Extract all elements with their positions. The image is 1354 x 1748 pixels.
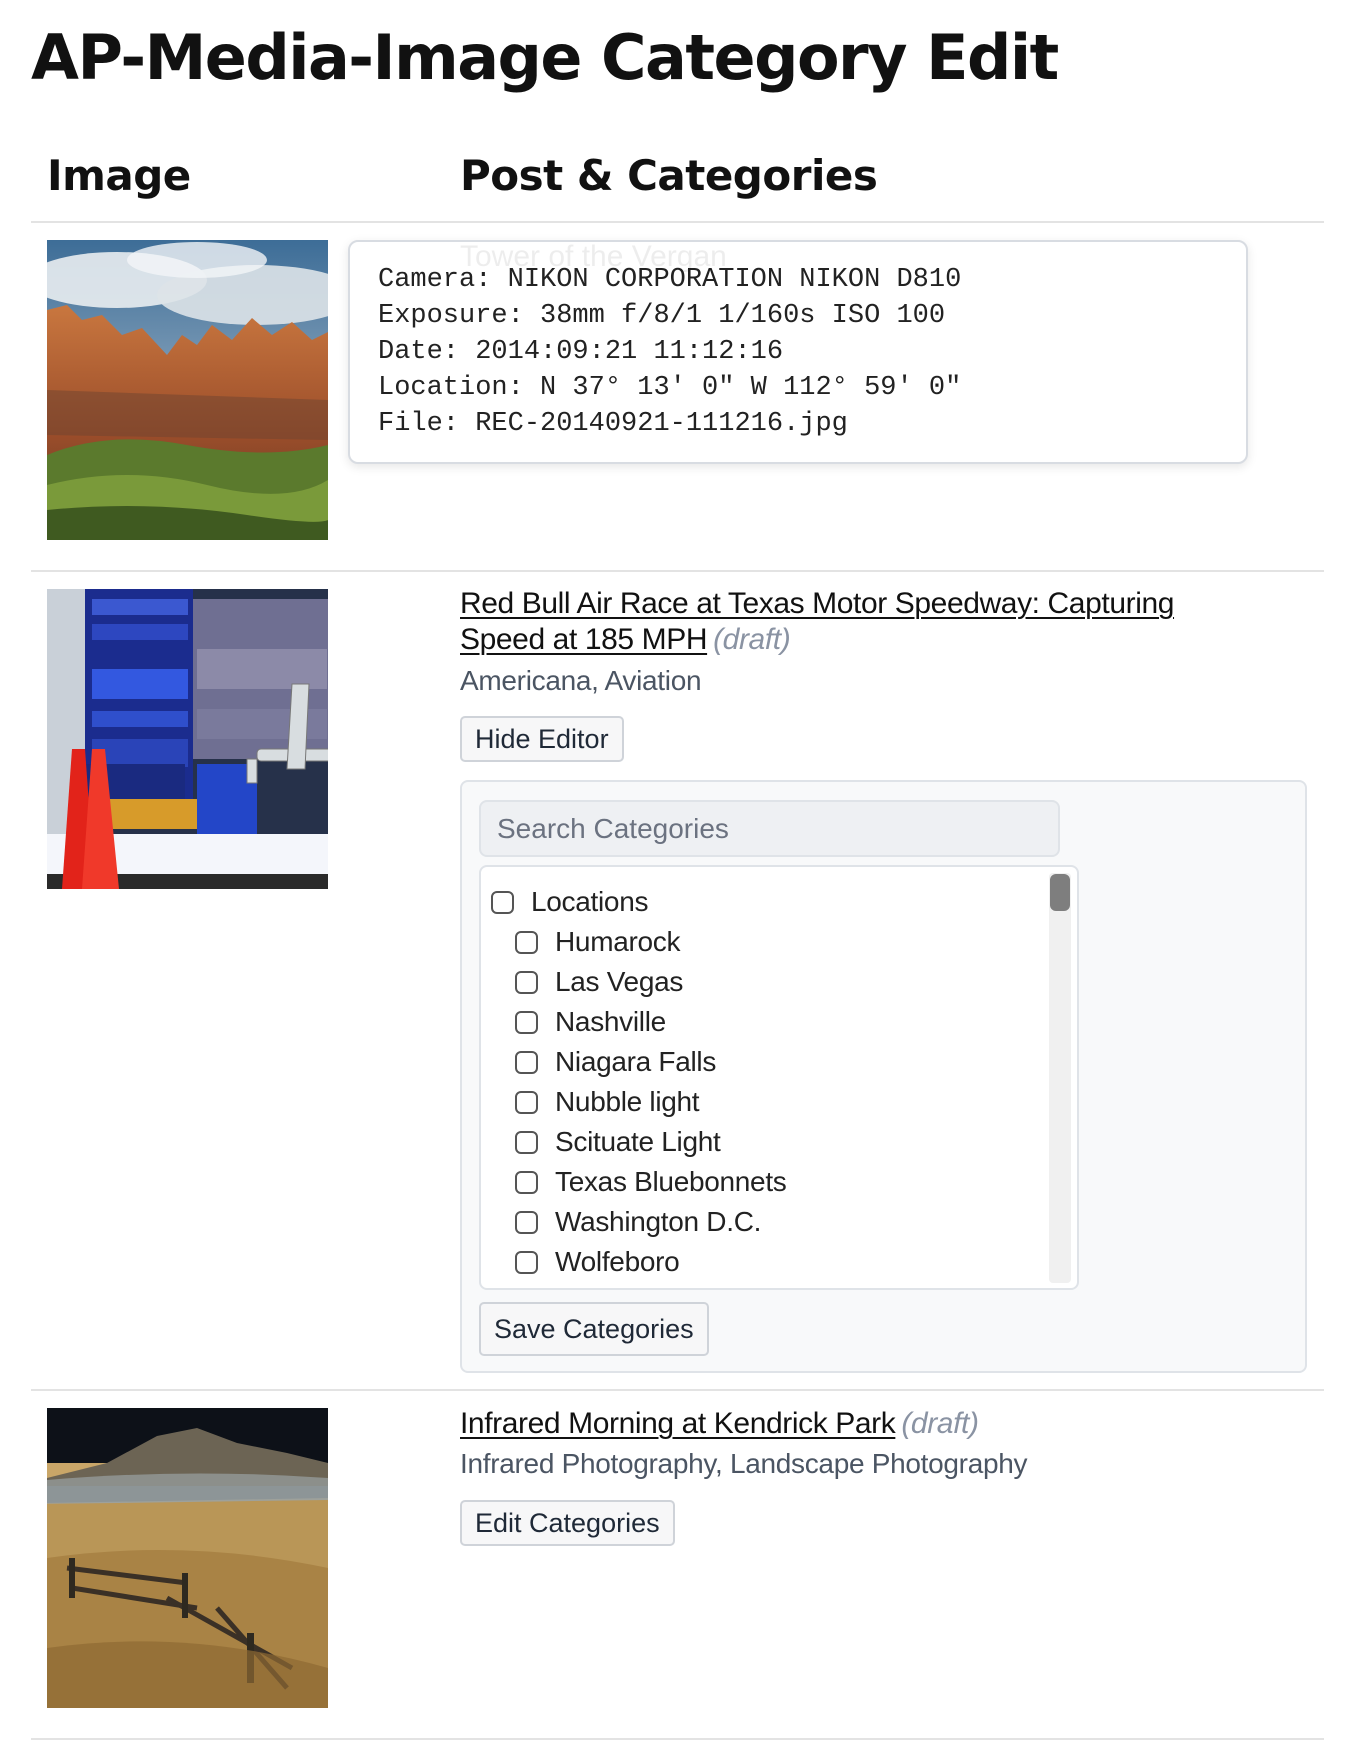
category-item-nashville[interactable]: Nashville xyxy=(515,1002,666,1042)
category-label: Texas Bluebonnets xyxy=(555,1166,787,1197)
category-item-locations[interactable]: Locations xyxy=(491,882,648,922)
post-status: (draft) xyxy=(901,1407,979,1440)
column-header-post: Post & Categories xyxy=(460,151,878,200)
category-checkbox[interactable] xyxy=(515,970,538,994)
row-divider xyxy=(31,570,1324,572)
scrollbar-thumb[interactable] xyxy=(1050,874,1070,911)
category-item-washington-dc[interactable]: Washington D.C. xyxy=(515,1202,761,1242)
category-label: Locations xyxy=(531,886,649,917)
category-search-input[interactable] xyxy=(479,800,1060,857)
post-title-ghost: Tower of the Vergan xyxy=(460,240,727,273)
category-checkbox[interactable] xyxy=(515,1250,538,1274)
category-item-humarock[interactable]: Humarock xyxy=(515,922,680,962)
category-label: Washington D.C. xyxy=(555,1206,762,1237)
category-item-nubble-light[interactable]: Nubble light xyxy=(515,1082,700,1122)
exif-file: File: REC-20140921-111216.jpg xyxy=(378,409,848,439)
category-checkbox[interactable] xyxy=(515,1130,538,1154)
header-divider xyxy=(31,221,1324,223)
category-checkbox[interactable] xyxy=(515,1050,538,1074)
page-title: AP-Media-Image Category Edit xyxy=(31,21,1059,94)
post-status: (draft) xyxy=(713,623,791,656)
post-title-link[interactable]: Infrared Morning at Kendrick Park xyxy=(460,1407,896,1440)
hide-editor-button[interactable]: Hide Editor xyxy=(460,716,624,762)
post-categories: Infrared Photography, Landscape Photogra… xyxy=(460,1448,1028,1479)
category-checkbox[interactable] xyxy=(515,930,538,954)
category-item-niagara-falls[interactable]: Niagara Falls xyxy=(515,1042,716,1082)
image-thumbnail[interactable] xyxy=(47,240,328,540)
category-checkbox[interactable] xyxy=(491,890,514,914)
post-title: Infrared Morning at Kendrick Park (draft) xyxy=(460,1406,1260,1442)
category-label: Wolfeboro xyxy=(555,1246,680,1277)
column-header-image: Image xyxy=(47,151,191,200)
air-race-image xyxy=(47,589,328,889)
post-title-link[interactable]: Red Bull Air Race at Texas Motor Speedwa… xyxy=(460,587,1174,656)
row-divider xyxy=(31,1389,1324,1391)
category-item-scituate-light[interactable]: Scituate Light xyxy=(515,1122,721,1162)
category-label: Nashville xyxy=(555,1006,666,1037)
category-list: Locations Humarock Las Vegas Nashville N… xyxy=(479,865,1079,1290)
category-checkbox[interactable] xyxy=(515,1210,538,1234)
category-item-wolfeboro[interactable]: Wolfeboro xyxy=(515,1242,680,1282)
category-label: Nubble light xyxy=(555,1086,700,1117)
category-editor-panel: Locations Humarock Las Vegas Nashville N… xyxy=(460,780,1307,1373)
infrared-image xyxy=(47,1408,328,1708)
category-label: Scituate Light xyxy=(555,1126,721,1157)
edit-categories-button[interactable]: Edit Categories xyxy=(460,1500,675,1546)
post-title: Red Bull Air Race at Texas Motor Speedwa… xyxy=(460,586,1260,658)
category-label: Niagara Falls xyxy=(555,1046,717,1077)
post-categories: Americana, Aviation xyxy=(460,665,702,696)
category-label: Humarock xyxy=(555,926,681,957)
save-categories-button[interactable]: Save Categories xyxy=(479,1302,709,1356)
category-checkbox[interactable] xyxy=(515,1090,538,1114)
canyon-image xyxy=(47,240,328,540)
category-checkbox[interactable] xyxy=(515,1010,538,1034)
category-checkbox[interactable] xyxy=(515,1170,538,1194)
row-divider xyxy=(31,1738,1324,1740)
image-thumbnail[interactable] xyxy=(47,589,328,889)
exif-location: Location: N 37° 13′ 0″ W 112° 59′ 0″ xyxy=(378,373,962,403)
category-item-las-vegas[interactable]: Las Vegas xyxy=(515,962,683,1002)
category-label: Las Vegas xyxy=(555,966,684,997)
exif-date: Date: 2014:09:21 11:12:16 xyxy=(378,337,784,367)
category-item-texas-bluebonnets[interactable]: Texas Bluebonnets xyxy=(515,1162,787,1202)
category-list-scrollbar[interactable] xyxy=(1049,873,1071,1283)
exif-exposure: Exposure: 38mm f/8/1 1/160s ISO 100 xyxy=(378,301,946,331)
page: AP-Media-Image Category Edit Image Post … xyxy=(0,0,1354,1748)
image-thumbnail[interactable] xyxy=(47,1408,328,1708)
